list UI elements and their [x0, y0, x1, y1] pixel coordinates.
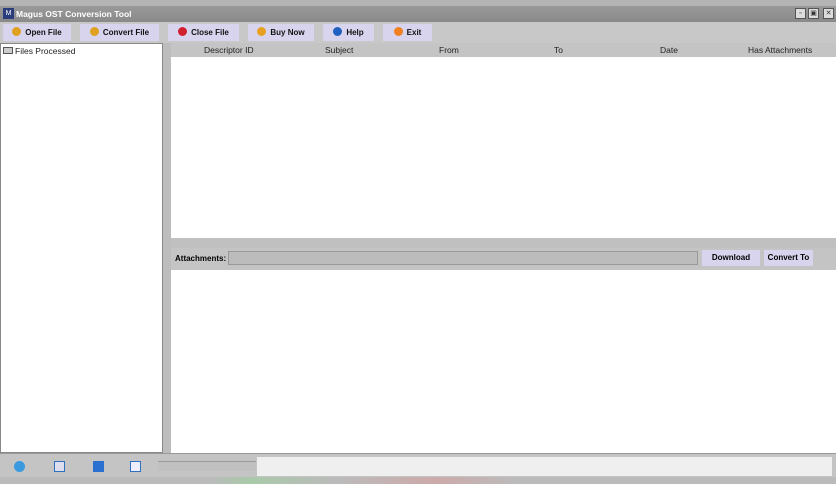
folder-icon	[89, 27, 99, 36]
status-bar	[0, 453, 836, 477]
messages-table[interactable]	[171, 57, 836, 238]
files-tree[interactable]: Files Processed	[0, 43, 163, 453]
folder-icon	[12, 27, 22, 36]
folder-icon	[3, 47, 13, 54]
close-window-icon[interactable]: ✕	[823, 8, 834, 19]
exit-button[interactable]: Exit	[383, 24, 432, 41]
close-icon	[178, 27, 188, 36]
outlook-icon[interactable]	[14, 461, 25, 472]
tree-item-files-processed[interactable]: Files Processed	[3, 46, 75, 56]
attachments-label: Attachments:	[175, 254, 227, 263]
minimize-icon[interactable]: ▫	[795, 8, 806, 19]
open-file-button[interactable]: Open File	[3, 24, 71, 41]
column-has-attachments[interactable]: Has Attachments	[748, 45, 812, 55]
vertical-splitter[interactable]	[163, 43, 171, 453]
message-preview-pane[interactable]	[171, 270, 836, 453]
window-title: Magus OST Conversion Tool	[16, 9, 132, 19]
exit-icon	[393, 27, 403, 36]
horizontal-splitter[interactable]	[171, 238, 836, 248]
attachments-bar: Attachments: Download Convert To	[171, 248, 836, 270]
download-button[interactable]: Download	[702, 250, 760, 266]
column-descriptor-id[interactable]: Descriptor ID	[204, 45, 254, 55]
status-message-field	[257, 457, 832, 476]
maximize-icon[interactable]: ▣	[808, 8, 819, 19]
cart-icon	[257, 27, 267, 36]
help-icon	[333, 27, 343, 36]
help-button[interactable]: Help	[323, 24, 374, 41]
convert-file-button[interactable]: Convert File	[80, 24, 159, 41]
title-bar: Magus OST Conversion Tool	[0, 6, 836, 22]
calendar-icon[interactable]	[54, 461, 65, 472]
table-header: Descriptor ID Subject From To Date Has A…	[171, 43, 836, 57]
convert-to-button[interactable]: Convert To	[764, 250, 813, 266]
contacts-icon[interactable]	[93, 461, 104, 472]
app-icon: M	[3, 8, 14, 19]
attachments-field[interactable]	[228, 251, 698, 265]
column-date[interactable]: Date	[660, 45, 678, 55]
column-subject[interactable]: Subject	[325, 45, 353, 55]
buy-now-button[interactable]: Buy Now	[248, 24, 314, 41]
background-strip	[0, 477, 836, 484]
toolbar: Open File Convert File Close File Buy No…	[0, 22, 836, 43]
close-file-button[interactable]: Close File	[168, 24, 239, 41]
progress-field	[158, 461, 256, 471]
column-from[interactable]: From	[439, 45, 459, 55]
column-to[interactable]: To	[554, 45, 563, 55]
tasks-icon[interactable]	[130, 461, 141, 472]
